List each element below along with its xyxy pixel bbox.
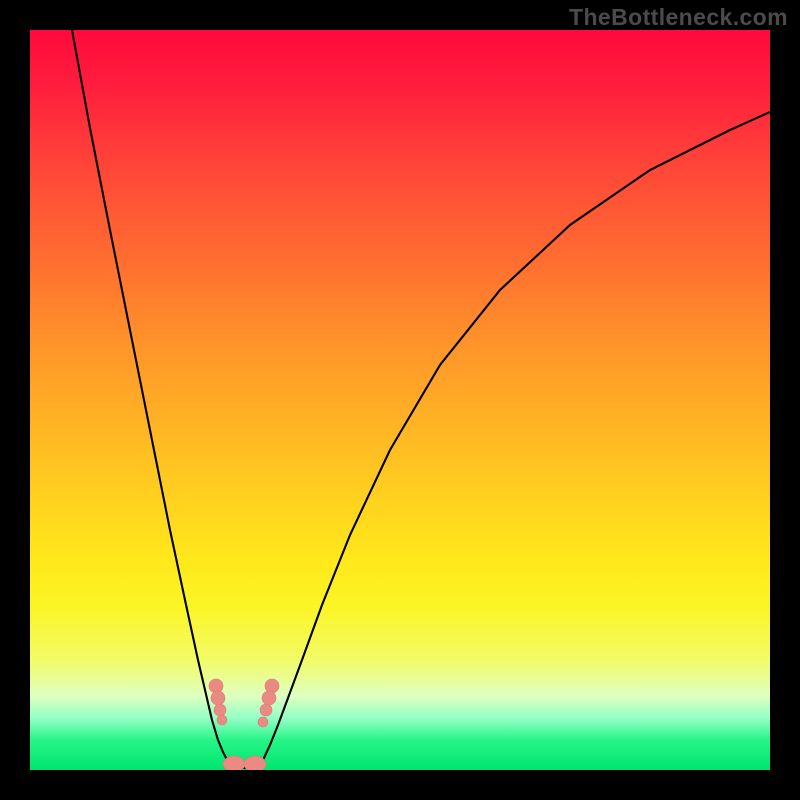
marker-point [209, 679, 223, 693]
attribution-text: TheBottleneck.com [569, 4, 788, 31]
marker-point [262, 691, 276, 705]
marker-point [214, 704, 226, 716]
marker-lobe [223, 756, 245, 770]
marker-point [217, 715, 227, 725]
plot-area [30, 30, 770, 770]
marker-point [258, 717, 268, 727]
marker-lobe [244, 756, 266, 770]
curve-left-branch [72, 30, 230, 765]
curve-layer [30, 30, 770, 770]
marker-point [211, 691, 225, 705]
marker-point [265, 679, 279, 693]
curve-right-branch [260, 112, 770, 765]
chart-frame: TheBottleneck.com [0, 0, 800, 800]
marker-group [209, 679, 279, 770]
marker-point [260, 704, 272, 716]
